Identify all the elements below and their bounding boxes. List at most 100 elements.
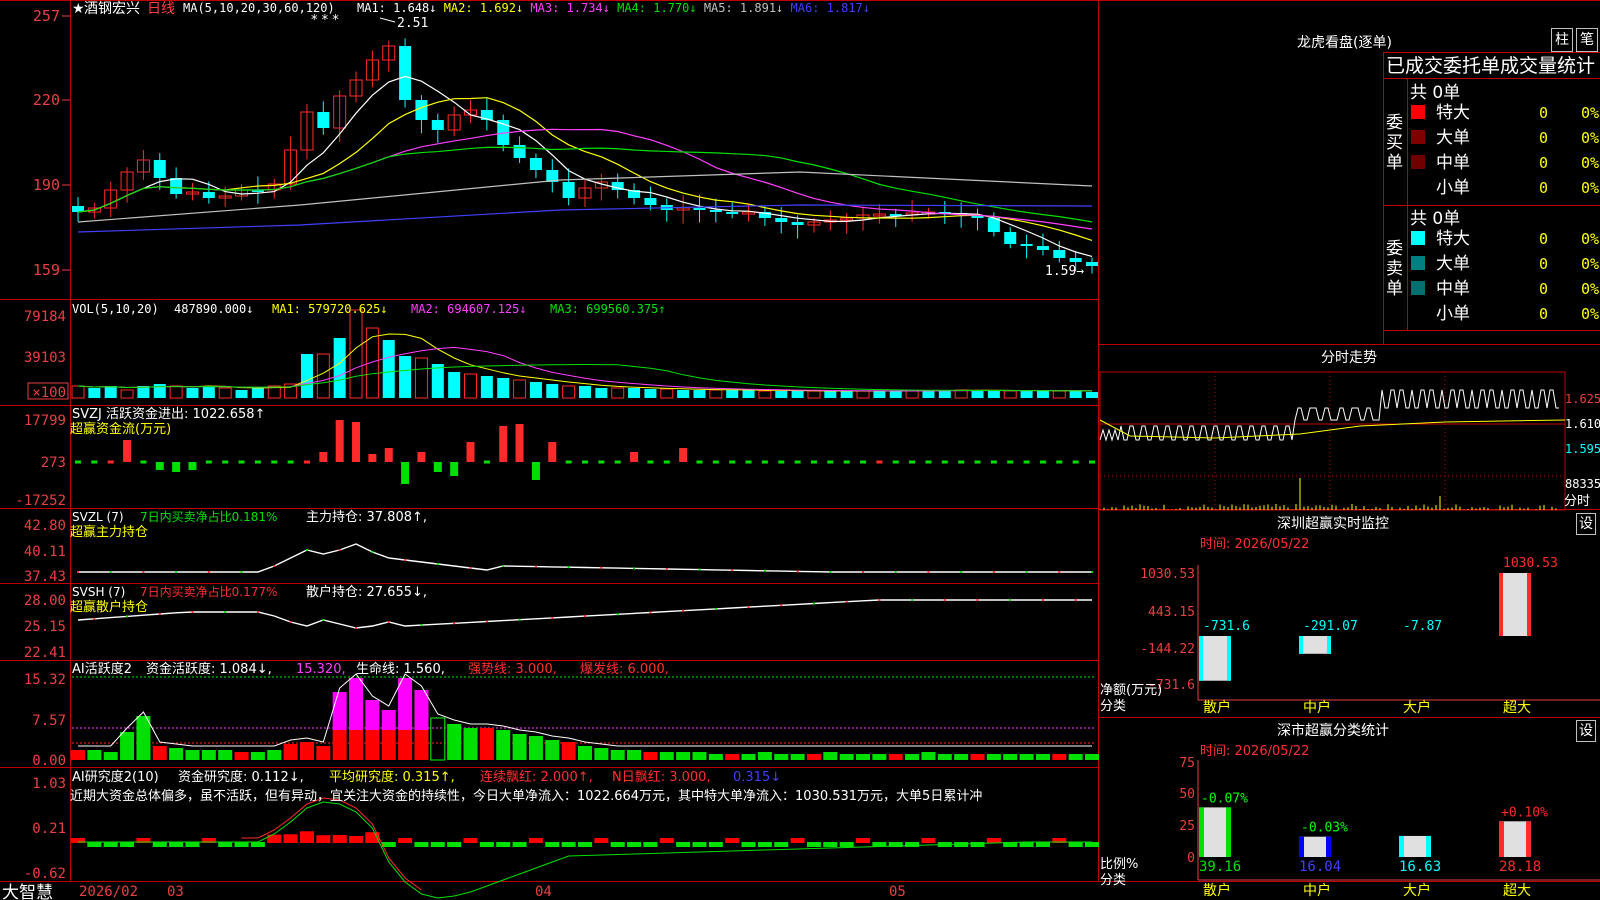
svsh-marker — [551, 616, 554, 619]
svzj-dot — [271, 460, 278, 464]
bar-mode-button[interactable]: 柱 — [1551, 28, 1573, 52]
sz-monitor-xname: 分类 — [1100, 699, 1126, 714]
svzl-marker — [796, 570, 799, 573]
row-pct-buy-4: 0% — [1581, 179, 1599, 197]
monitor-bar-2 — [1299, 636, 1331, 654]
svzj-dot — [729, 460, 736, 464]
chart-stage[interactable]: 257220190159 7918439103×100 17799273-172… — [0, 0, 1600, 900]
research-bar — [905, 842, 920, 847]
svzj-dot — [91, 460, 98, 464]
svzl-marker — [469, 567, 472, 569]
svsh-marker — [1041, 599, 1044, 601]
row-count-buy-2: 0 — [1539, 129, 1548, 147]
svsh-axis-label: 22.41 — [24, 645, 66, 661]
svsh-line — [77, 599, 1092, 629]
monitor-axis-label: 443.15 — [1148, 605, 1195, 620]
svzj-bar — [450, 462, 459, 476]
class-bar-edge — [1226, 807, 1231, 857]
active-line — [78, 673, 1092, 747]
active-bar — [528, 736, 543, 760]
active-bar — [87, 750, 102, 760]
svsh-marker — [714, 607, 717, 610]
svsh-marker — [355, 627, 358, 629]
svzj-dot — [287, 460, 294, 464]
svzj-bar — [172, 462, 181, 472]
svsh-marker — [911, 599, 914, 601]
active-bar — [921, 752, 936, 760]
ai-research-axis-label: 0.21 — [32, 821, 66, 837]
research-bar — [316, 835, 331, 843]
kline-candle — [709, 210, 722, 212]
volume-bar — [88, 388, 101, 398]
svzl-marker — [1091, 571, 1093, 573]
active-bar — [757, 752, 772, 760]
swatch-buy-1 — [1411, 105, 1425, 119]
intraday-panel[interactable] — [1099, 371, 1566, 511]
volume-bar — [464, 373, 478, 399]
row-count-sell-4: 0 — [1539, 305, 1548, 323]
svzj-sub: 超赢资金流(万元) — [70, 421, 171, 437]
monitor-cat-4: 超大 — [1503, 700, 1531, 716]
sz-class-settings-button[interactable]: 设 — [1576, 720, 1596, 742]
ma-values: MA1: 1.648↓ MA2: 1.692↓ MA3: 1.734↓ MA4:… — [357, 1, 870, 15]
svzj-dot — [1007, 460, 1014, 464]
svsh-marker — [420, 624, 423, 627]
active-bar — [986, 754, 1001, 760]
volume-panel[interactable]: 7918439103×100 — [24, 309, 1098, 401]
ai-active-panel[interactable]: 15.32 7.57 0.00 — [24, 672, 1099, 769]
volume-bar — [202, 386, 215, 398]
low-mark: 1.59→ — [1045, 264, 1084, 279]
research-bar — [594, 838, 609, 843]
research-bar — [708, 842, 723, 847]
fenshi-button[interactable]: 分时 — [1564, 494, 1590, 509]
research-bar — [169, 842, 184, 847]
svzl-marker — [698, 568, 701, 571]
ai-research-v4: N日飘红: 3.000, — [612, 769, 711, 785]
stock-name[interactable]: 酒钢宏兴 — [84, 1, 140, 17]
svzj-dot — [843, 460, 850, 464]
svzj-dot — [647, 460, 654, 464]
research-bar — [250, 842, 265, 847]
row-count-sell-2: 0 — [1539, 255, 1548, 273]
research-bar — [921, 838, 936, 843]
volume-bar — [840, 391, 853, 398]
swatch-sell-1 — [1411, 231, 1425, 245]
active-bar — [218, 750, 233, 760]
period-label[interactable]: 日线 — [147, 1, 175, 17]
svzj-label: SVZJ 活跃资金进出: 1022.658↑ — [72, 406, 265, 422]
svsh-marker — [584, 615, 586, 618]
volume-bar — [775, 391, 788, 398]
ma-value-3: MA3: 1.734↓ — [530, 1, 617, 15]
svzj-dot — [745, 460, 752, 464]
swatch-buy-2 — [1411, 130, 1425, 144]
svzj-panel[interactable]: 17799 273 -17252 — [15, 413, 1095, 509]
svzl-marker — [567, 566, 570, 569]
svsh-marker — [126, 615, 129, 618]
research-bar — [627, 842, 642, 847]
row-pct-buy-2: 0% — [1581, 129, 1599, 147]
svsh-panel[interactable]: 28.00 25.15 22.41 — [24, 593, 1092, 661]
ai-research-axis-label: -0.62 — [24, 866, 66, 882]
svzj-dot — [1023, 460, 1030, 464]
volume-bar — [186, 388, 199, 398]
active-bar-hollow — [430, 717, 446, 761]
volume-ma-line — [77, 346, 1093, 392]
svzl-marker — [436, 563, 439, 565]
research-bar — [447, 842, 462, 847]
svzj-dot — [222, 460, 229, 464]
fenshi-y1: 1.610 — [1565, 417, 1600, 431]
volume-bar — [235, 390, 248, 398]
kline-candle — [726, 212, 739, 214]
svzj-dot — [827, 460, 834, 464]
ma-value-1: MA1: 1.648↓ — [357, 1, 444, 15]
active-bar — [299, 742, 314, 760]
monitor-axis-label: -144.22 — [1140, 642, 1195, 657]
volume-bar — [169, 385, 183, 399]
svzl-marker — [534, 565, 537, 568]
svzl-panel[interactable]: 42.80 40.11 37.43 — [24, 518, 1093, 585]
tick-mode-button[interactable]: 笔 — [1576, 28, 1598, 52]
kline-panel[interactable]: 257 220 190 159 — [33, 7, 1098, 279]
active-bar — [545, 740, 560, 760]
sz-monitor-settings-button[interactable]: 设 — [1576, 513, 1596, 535]
svzl-ratio: 7日内买卖净占比0.181% — [140, 509, 277, 524]
